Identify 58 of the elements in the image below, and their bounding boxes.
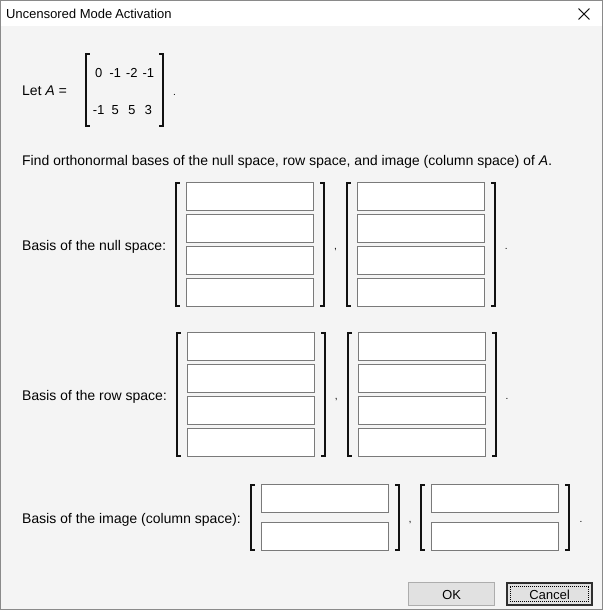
window-title: Uncensored Mode Activation (6, 6, 172, 21)
right-bracket-icon (492, 332, 497, 457)
matrix-entry: 0 (94, 65, 104, 80)
answer-box[interactable] (186, 278, 314, 307)
punctuation: , (408, 514, 412, 525)
right-bracket-icon (320, 182, 325, 307)
left-bracket-icon (174, 182, 180, 307)
dialog-button[interactable]: OK (408, 582, 495, 606)
answer-box[interactable] (260, 484, 389, 513)
answer-box[interactable] (358, 364, 486, 393)
left-bracket-icon (346, 332, 352, 457)
answer-box[interactable] (186, 428, 315, 457)
matrix-entry: -1 (109, 65, 121, 80)
right-bracket-icon (490, 182, 496, 307)
answer-box[interactable] (431, 522, 560, 551)
left-bracket-icon (420, 484, 426, 551)
punctuation: . (506, 391, 508, 402)
matrix-entry: 3 (144, 102, 153, 117)
answer-box[interactable] (356, 246, 485, 275)
right-bracket-icon (159, 53, 164, 127)
answer-box[interactable] (358, 332, 486, 361)
answer-box[interactable] (186, 182, 314, 211)
answer-box[interactable] (186, 364, 315, 393)
matrix-entry: -1 (142, 65, 154, 80)
answer-box[interactable] (356, 214, 485, 243)
dialog-button[interactable]: Cancel (506, 582, 593, 606)
section-label: Basis of the null space: (22, 236, 166, 252)
right-bracket-icon (320, 332, 326, 457)
left-bracket-icon (250, 484, 255, 551)
left-bracket-icon (176, 332, 181, 457)
problem-statement: Let A = (22, 82, 67, 98)
answer-box[interactable] (358, 428, 486, 457)
punctuation: , (334, 391, 338, 402)
answer-box[interactable] (358, 396, 486, 425)
matrix-entry: -1 (92, 102, 104, 117)
punctuation: . (579, 514, 582, 525)
left-bracket-icon (346, 182, 351, 307)
punctuation: , (334, 241, 337, 252)
section-label: Basis of the row space: (22, 386, 167, 402)
punctuation: . (173, 86, 176, 98)
section-label: Basis of the image (column space): (22, 510, 241, 526)
answer-box[interactable] (186, 214, 314, 243)
answer-box[interactable] (260, 522, 389, 551)
right-bracket-icon (565, 484, 570, 551)
left-bracket-icon (84, 53, 90, 127)
close-icon (578, 8, 590, 20)
answer-box[interactable] (186, 246, 314, 275)
question-text: Find orthonormal bases of the null space, row space, and image (column space) of A. (22, 152, 553, 168)
answer-box[interactable] (356, 182, 485, 211)
right-bracket-icon (394, 484, 400, 551)
punctuation: . (504, 241, 508, 252)
matrix-entry: -2 (126, 65, 138, 80)
answer-box[interactable] (186, 332, 315, 361)
answer-box[interactable] (431, 484, 560, 513)
answer-box[interactable] (356, 278, 485, 307)
matrix-entry: 5 (110, 102, 120, 117)
answer-box[interactable] (186, 396, 315, 425)
matrix-entry: 5 (127, 102, 136, 117)
